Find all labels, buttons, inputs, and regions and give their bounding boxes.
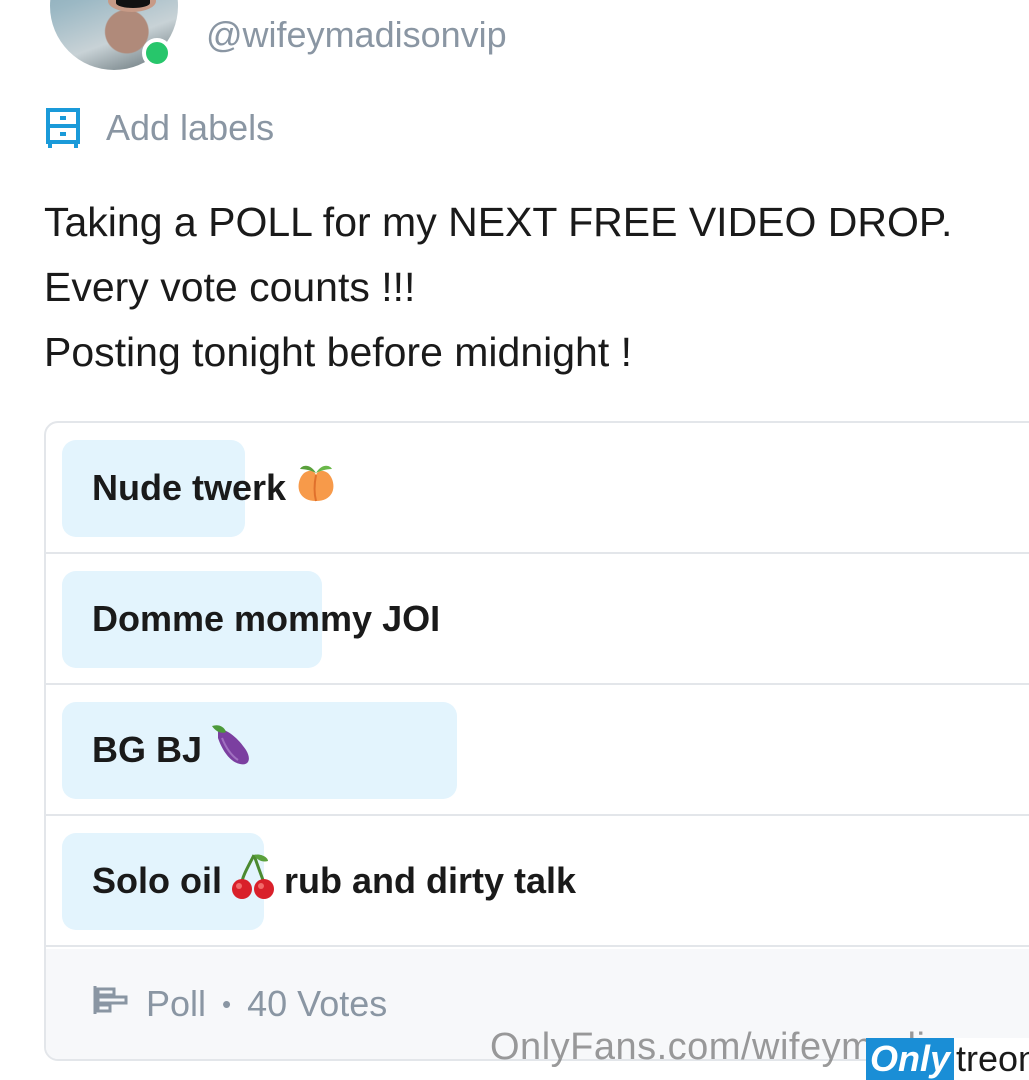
post-line: Every vote counts !!!	[44, 264, 416, 310]
online-status-indicator	[142, 38, 172, 68]
profile-handle[interactable]: @wifeymadisonvip	[206, 14, 507, 56]
watermark-logo-part: Only	[866, 1038, 955, 1080]
separator-dot: •	[222, 988, 232, 1019]
poll-option-label: Nude twerk	[92, 466, 287, 508]
poll-option[interactable]: BG BJ	[46, 685, 1029, 816]
watermark-logo: Only treon	[866, 1038, 1029, 1080]
add-labels-label: Add labels	[106, 107, 275, 148]
label-drawer-icon	[46, 108, 80, 148]
post-line: Posting tonight before midnight !	[44, 329, 633, 375]
poll-option[interactable]: Nude twerk	[46, 423, 1029, 554]
post-text: Taking a POLL for my NEXT FREE VIDEO DRO…	[44, 190, 1004, 385]
poll-option[interactable]: Domme mommy JOI	[46, 554, 1029, 685]
eggplant-icon	[208, 720, 258, 779]
poll-option-label-suffix: rub and dirty talk	[284, 859, 577, 901]
poll-type-label: Poll	[146, 983, 207, 1024]
poll-votes-count: 40 Votes	[247, 983, 388, 1024]
poll-option-label: BG BJ	[92, 728, 203, 770]
poll-card: Nude twerk Domme mommy JOI BG BJ Solo oi…	[44, 421, 1029, 1061]
poll-option[interactable]: Solo oil rub and dirty talk	[46, 816, 1029, 947]
post-line: Taking a POLL for my NEXT FREE VIDEO DRO…	[44, 199, 953, 245]
watermark-logo-part: treon	[956, 1038, 1029, 1079]
poll-option-label: Solo oil	[92, 859, 222, 901]
poll-option-label: Domme mommy JOI	[92, 597, 441, 639]
peach-icon	[292, 459, 340, 516]
cherries-icon	[228, 851, 278, 910]
add-labels-button[interactable]: Add labels	[46, 106, 274, 150]
poll-icon	[92, 983, 146, 1025]
